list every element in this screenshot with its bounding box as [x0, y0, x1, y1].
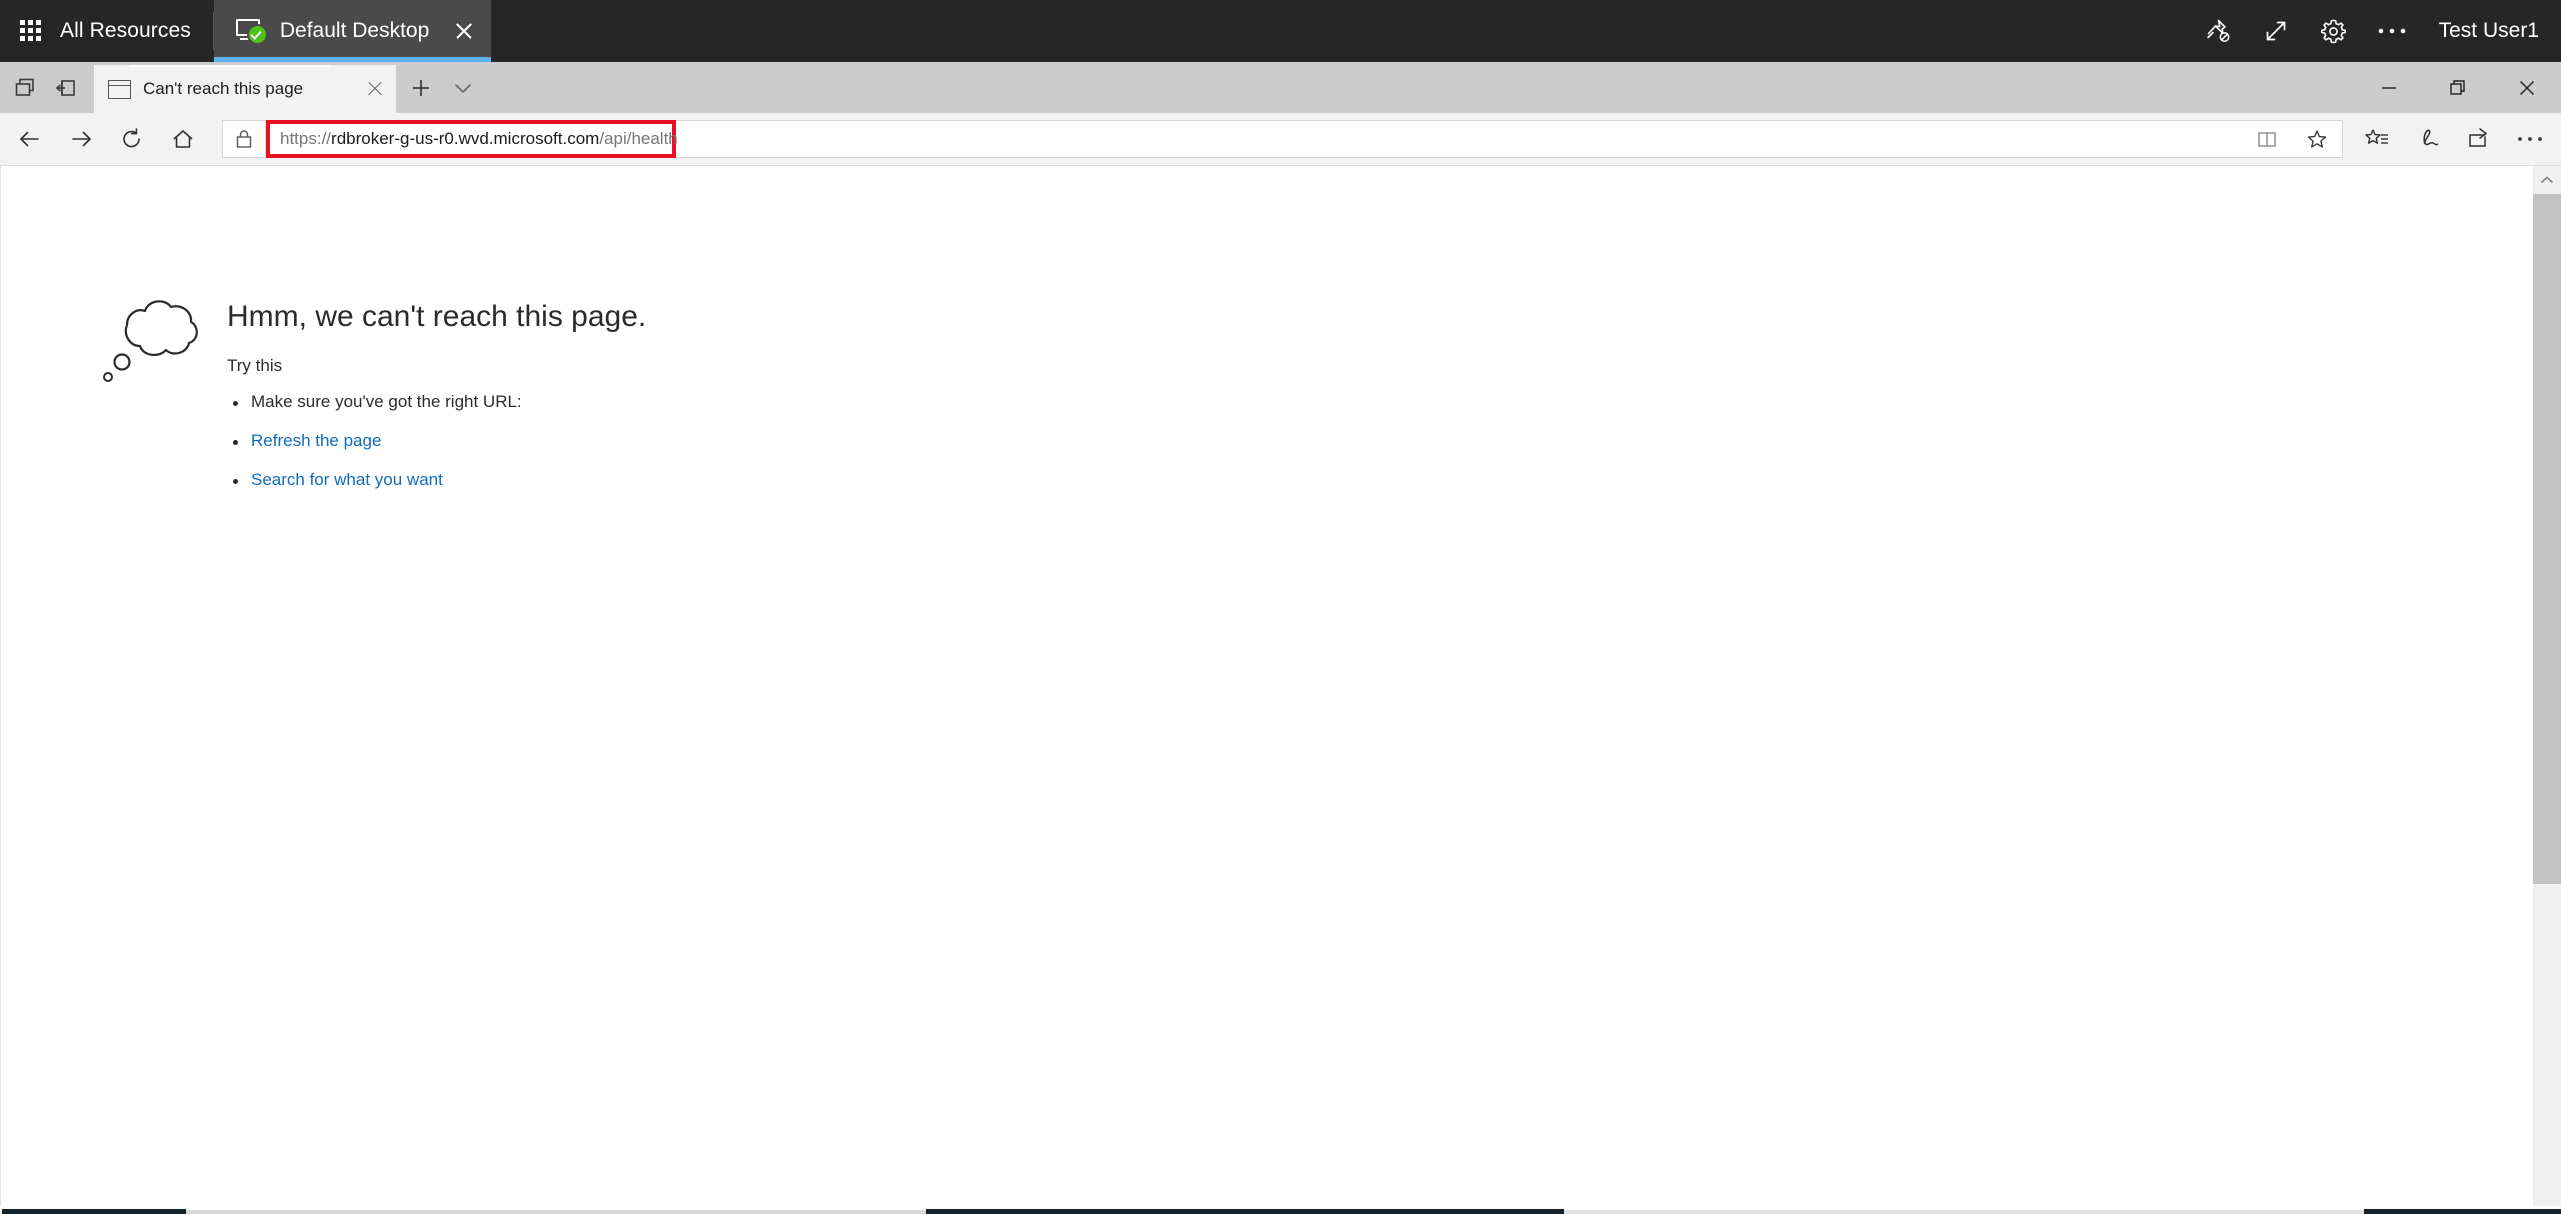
bottom-edge-segment [2364, 1209, 2561, 1214]
thought-bubble-icon [97, 278, 217, 388]
restore-icon[interactable] [2423, 62, 2492, 113]
browser-tabstrip: Can't reach this page [0, 62, 2561, 113]
minimize-icon[interactable] [2354, 62, 2423, 113]
all-resources-label: All Resources [60, 19, 191, 42]
session-tab-default-desktop[interactable]: Default Desktop [213, 0, 492, 62]
web-notes-pen-icon[interactable] [2402, 114, 2453, 165]
error-suggestions-list: Make sure you've got the right URL: Refr… [227, 392, 646, 490]
titlebar-spacer [491, 0, 2188, 62]
address-bar-actions [2242, 121, 2342, 157]
chevron-down-icon[interactable] [442, 62, 484, 113]
more-ellipsis-icon[interactable] [2363, 0, 2421, 62]
forward-arrow-icon[interactable] [55, 114, 106, 165]
address-input[interactable]: https://rdbroker-g-us-r0.wvd.microsoft.c… [266, 120, 2242, 158]
rd-client-titlebar: All Resources Default Desktop Test User1 [0, 0, 2561, 62]
bottom-edge-segment [1564, 1210, 2364, 1214]
browser-tab-title: Can't reach this page [143, 79, 304, 98]
rd-client-right-group: Test User1 [2189, 0, 2561, 62]
settings-ellipsis-icon[interactable] [2504, 114, 2555, 165]
pin-disabled-icon[interactable] [2189, 0, 2247, 62]
page-content-area: Hmm, we can't reach this page. Try this … [0, 166, 2561, 1212]
session-tab-label: Default Desktop [279, 19, 430, 42]
all-resources-button[interactable]: All Resources [0, 0, 213, 62]
favorite-star-icon[interactable] [2292, 121, 2342, 157]
generic-page-icon [108, 79, 131, 99]
tabstrip-spacer [484, 62, 2354, 113]
refresh-the-page-link[interactable]: Refresh the page [227, 431, 646, 451]
set-tabs-aside-icon[interactable] [45, 62, 86, 113]
tab-preview-icon[interactable] [4, 62, 45, 113]
close-icon[interactable] [2492, 62, 2561, 113]
page-title: Hmm, we can't reach this page. [227, 300, 647, 333]
toolbar-right-actions [2351, 114, 2561, 165]
url-host: rdbroker-g-us-r0.wvd.microsoft.com [331, 129, 600, 148]
window-controls [2354, 62, 2561, 113]
list-item: Make sure you've got the right URL: [227, 392, 646, 412]
back-arrow-icon[interactable] [4, 114, 55, 165]
share-icon[interactable] [2453, 114, 2504, 165]
rd-client-left-group: All Resources [0, 0, 214, 62]
current-user-label[interactable]: Test User1 [2439, 19, 2539, 43]
home-icon[interactable] [157, 114, 208, 165]
error-text-block: Hmm, we can't reach this page. Try this … [227, 278, 646, 509]
browser-tab-close-icon[interactable] [360, 74, 390, 104]
bottom-edge-segment [2, 1209, 186, 1214]
new-tab-button[interactable] [400, 62, 442, 113]
reading-view-icon[interactable] [2242, 121, 2292, 157]
screen-bottom-edge [0, 1206, 2561, 1214]
fullscreen-expand-icon[interactable] [2247, 0, 2305, 62]
address-bar[interactable]: https://rdbroker-g-us-r0.wvd.microsoft.c… [222, 120, 2343, 158]
edge-browser-window: Can't reach this page https://rdbroker-g… [0, 62, 2561, 1214]
grid-apps-icon [20, 20, 42, 42]
refresh-icon[interactable] [106, 114, 157, 165]
session-tab-close-icon[interactable] [451, 18, 477, 44]
browser-tab[interactable]: Can't reach this page [94, 65, 396, 113]
vertical-scrollbar[interactable] [2533, 166, 2561, 1212]
bottom-edge-segment [186, 1210, 926, 1214]
settings-gear-icon[interactable] [2305, 0, 2363, 62]
tab-top-highlight [130, 65, 330, 67]
remote-desktop-client-window: All Resources Default Desktop Test User1… [0, 0, 2561, 1214]
search-for-what-you-want-link[interactable]: Search for what you want [227, 470, 646, 490]
browser-toolbar: https://rdbroker-g-us-r0.wvd.microsoft.c… [0, 113, 2561, 166]
scroll-up-icon[interactable] [2533, 166, 2561, 194]
error-subtitle: Try this [227, 356, 283, 375]
error-page: Hmm, we can't reach this page. Try this … [97, 278, 646, 509]
lock-icon [223, 121, 266, 157]
url-scheme: https:// [280, 129, 332, 148]
bottom-edge-segment [926, 1209, 1564, 1214]
url-path: /api/health [599, 129, 678, 148]
scrollbar-thumb[interactable] [2533, 194, 2561, 884]
favorites-hub-icon[interactable] [2351, 114, 2402, 165]
remote-desktop-connected-icon [235, 19, 268, 45]
address-url-text: https://rdbroker-g-us-r0.wvd.microsoft.c… [276, 129, 678, 149]
